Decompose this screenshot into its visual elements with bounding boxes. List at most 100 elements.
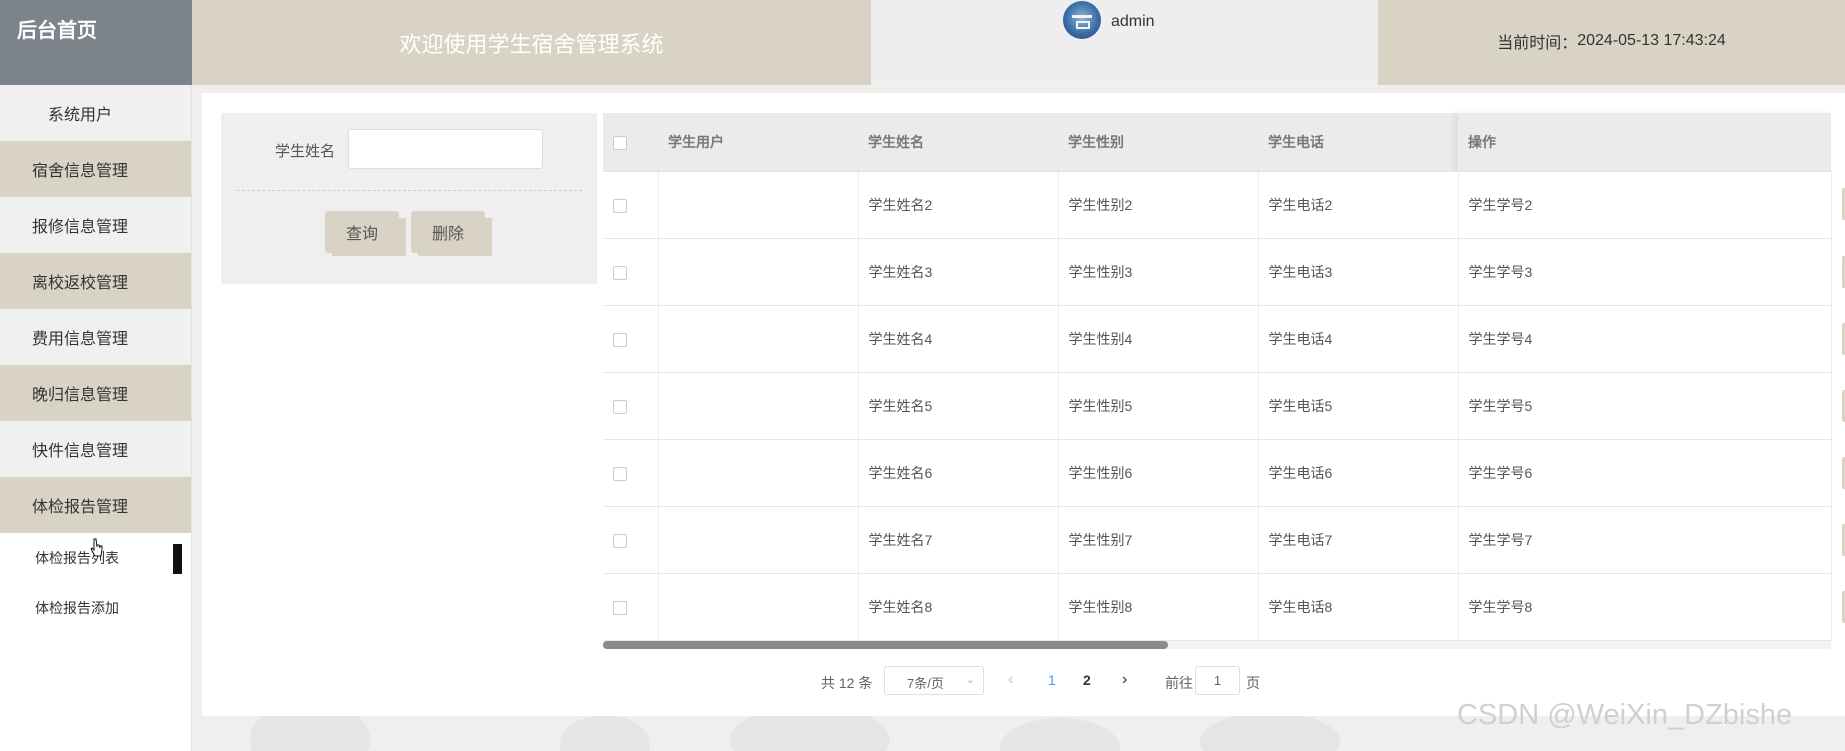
time-value: 2024-05-13 17:43:24 [1577, 32, 1726, 49]
table-cell-gender: 学生性别2 [1058, 171, 1259, 239]
row-checkbox[interactable] [613, 265, 627, 280]
row-select-cell [603, 506, 659, 574]
student-name-input[interactable] [348, 129, 543, 169]
table-cell-gender: 学生性别7 [1058, 506, 1259, 574]
row-select-cell [603, 238, 659, 306]
detail-button[interactable]: 详情 [1841, 322, 1845, 355]
sidebar-item-dorm-info[interactable]: 宿舍信息管理 [0, 141, 191, 197]
pagination-total: 共 12 条 [821, 675, 873, 691]
row-checkbox[interactable] [613, 533, 627, 548]
table-cell-number: 学生学号5 [1458, 372, 1832, 440]
table-cell-gender: 学生性别3 [1058, 238, 1259, 306]
table-cell-phone: 学生电话7 [1258, 506, 1459, 574]
sidebar-subitem-health-report-add[interactable]: 体检报告添加 [0, 583, 191, 633]
table-cell-gender: 学生性别4 [1058, 305, 1259, 373]
table-cell-name: 学生姓名4 [858, 305, 1059, 373]
sidebar: 系统用户 宿舍信息管理 报修信息管理 离校返校管理 费用信息管理 晚归信息管理 … [0, 85, 192, 751]
detail-button[interactable]: 详情 [1841, 188, 1845, 221]
table-cell-name: 学生姓名7 [858, 506, 1059, 574]
row-select-cell [603, 305, 659, 373]
detail-button[interactable]: 详情 [1841, 389, 1845, 422]
page-number-2[interactable]: 2 [1083, 672, 1091, 688]
table-cell-name: 学生姓名2 [858, 171, 1059, 239]
table-cell-number: 学生学号6 [1458, 439, 1832, 507]
row-checkbox[interactable] [613, 198, 627, 213]
table-cell-number: 学生学号8 [1458, 573, 1832, 641]
table-cell-number: 学生学号2 [1458, 171, 1832, 239]
table-cell-phone: 学生电话3 [1258, 238, 1459, 306]
sidebar-item-leave-return[interactable]: 离校返校管理 [0, 253, 191, 309]
column-header[interactable]: 学生用户 [658, 113, 858, 172]
table-cell-name: 学生姓名6 [858, 439, 1059, 507]
row-checkbox[interactable] [613, 600, 627, 615]
welcome-title: 欢迎使用学生宿舍管理系统 [192, 0, 871, 85]
sidebar-item-system-users[interactable]: 系统用户 [0, 85, 191, 141]
table-cell-name: 学生姓名5 [858, 372, 1059, 440]
table-cell-name: 学生姓名3 [858, 238, 1059, 306]
sidebar-item-repair-info[interactable]: 报修信息管理 [0, 197, 191, 253]
select-all-checkbox[interactable] [613, 135, 627, 150]
table-row: 学生姓名5学生性别5学生电话5学生学号5 详情 [603, 372, 1845, 440]
detail-button[interactable]: 详情 [1841, 523, 1845, 556]
sidebar-item-late-return[interactable]: 晚归信息管理 [0, 365, 191, 421]
table-row: 学生姓名7学生性别7学生电话7学生学号7 详情 [603, 506, 1845, 574]
brand-home-link[interactable]: 后台首页 [0, 0, 192, 85]
row-select-cell [603, 372, 659, 440]
delete-button-wrap: 删除 [411, 211, 492, 256]
table-cell-user [658, 439, 859, 507]
table-cell-phone: 学生电话6 [1258, 439, 1459, 507]
table-cell-user [658, 372, 859, 440]
column-header[interactable]: 学生性别 [1058, 113, 1258, 172]
row-checkbox[interactable] [613, 332, 627, 347]
row-select-cell [603, 573, 659, 641]
detail-button[interactable]: 详情 [1841, 255, 1845, 288]
goto-page-input[interactable] [1195, 666, 1240, 695]
user-avatar-icon[interactable] [1063, 1, 1101, 39]
chevron-right-icon[interactable]: › [1122, 671, 1127, 689]
query-button-wrap: 查询 [325, 211, 406, 256]
row-checkbox[interactable] [613, 466, 627, 481]
top-header: 后台首页 欢迎使用学生宿舍管理系统 admin 当前时间： 2024-05-13… [0, 0, 1845, 85]
chevron-left-icon[interactable]: ‹ [1008, 671, 1013, 689]
table-cell-user [658, 573, 859, 641]
active-indicator [173, 544, 182, 574]
time-label: 当前时间： [1497, 35, 1578, 52]
background-bubble [1000, 718, 1120, 751]
page-size-select[interactable]: 7条/页 ⌄ [884, 666, 984, 695]
sidebar-item-health-report[interactable]: 体检报告管理 [0, 477, 191, 533]
username[interactable]: admin [1111, 13, 1155, 31]
table-cell-gender: 学生性别8 [1058, 573, 1259, 641]
student-table: 学生用户 学生姓名 学生性别 学生电话 操作 学生姓名2 学生性别2 学生电话2 学生… [603, 113, 1845, 649]
scrollbar-thumb[interactable] [603, 641, 1168, 649]
horizontal-scrollbar[interactable] [603, 641, 1831, 649]
detail-button[interactable]: 详情 [1841, 590, 1845, 623]
delete-button[interactable]: 删除 [411, 211, 485, 253]
select-all-cell [603, 113, 658, 172]
page-size-value: 7条/页 [907, 676, 944, 691]
page-number-1[interactable]: 1 [1048, 672, 1056, 688]
column-header[interactable]: 学生电话 [1258, 113, 1458, 172]
detail-button[interactable]: 详情 [1841, 456, 1845, 489]
table-cell-phone: 学生电话4 [1258, 305, 1459, 373]
background-bubble [560, 715, 650, 751]
sidebar-item-parcel-info[interactable]: 快件信息管理 [0, 421, 191, 477]
current-time: 当前时间： 2024-05-13 17:43:24 [1378, 0, 1845, 85]
divider [237, 190, 582, 191]
user-box: admin [871, 0, 1378, 85]
table-cell-user [658, 238, 859, 306]
table-row: 学生姓名6学生性别6学生电话6学生学号6 详情 [603, 439, 1845, 507]
row-checkbox[interactable] [613, 399, 627, 414]
query-button[interactable]: 查询 [325, 211, 399, 253]
table-cell-name: 学生姓名8 [858, 573, 1059, 641]
table-cell-gender: 学生性别5 [1058, 372, 1259, 440]
watermark: CSDN @WeiXin_DZbishe [1457, 699, 1793, 731]
sidebar-subitem-label: 体检报告列表 [35, 550, 119, 566]
column-header-actions: 操作 [1458, 113, 1831, 172]
goto-label: 前往 [1165, 675, 1193, 691]
sidebar-item-fee-info[interactable]: 费用信息管理 [0, 309, 191, 365]
table-row: 学生姓名3学生性别3学生电话3学生学号3 详情 [603, 238, 1845, 306]
table-cell-number: 学生学号4 [1458, 305, 1832, 373]
student-name-label: 学生姓名 [275, 143, 336, 160]
page-suffix: 页 [1246, 675, 1260, 691]
column-header[interactable]: 学生姓名 [858, 113, 1058, 172]
